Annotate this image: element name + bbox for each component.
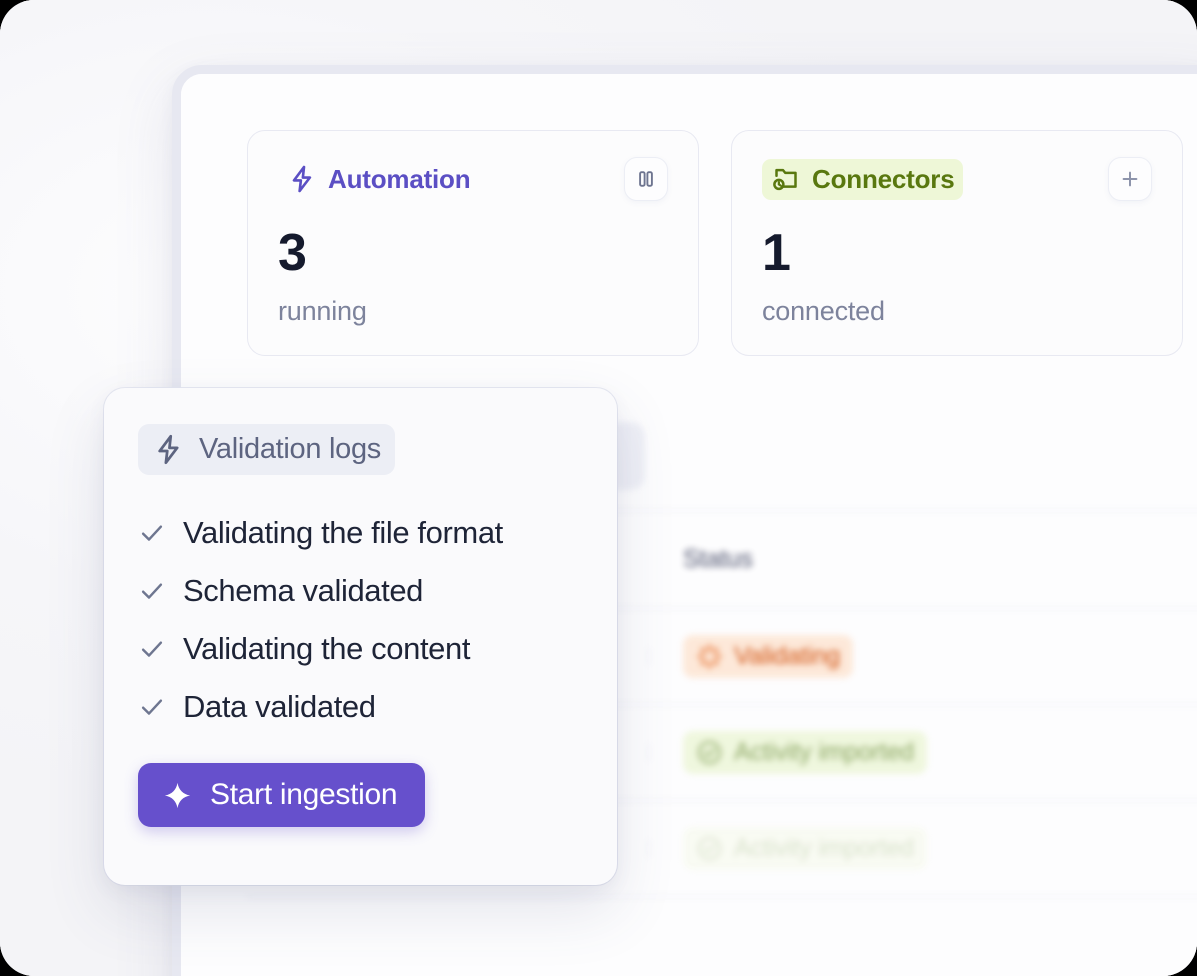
check-icon — [138, 519, 166, 547]
screenshot-stage: Mapped Raw Status — [0, 0, 1197, 976]
status-badge-label: Activity imported — [734, 834, 914, 862]
stat-card-row: Automation 3 running Connectors 1 connec… — [247, 130, 1183, 356]
add-connector-button[interactable] — [1108, 157, 1152, 201]
validation-logs-badge: Validation logs — [138, 424, 395, 475]
validation-logs-panel: Validation logs Validating the file form… — [104, 388, 617, 885]
start-ingestion-button[interactable]: Start ingestion — [138, 763, 426, 827]
pause-button[interactable] — [624, 157, 668, 201]
check-icon — [138, 635, 166, 663]
plus-icon — [1118, 167, 1142, 191]
column-header-status: Status — [683, 545, 753, 573]
automation-card-subtitle: running — [278, 296, 367, 326]
list-item: Schema validated — [138, 573, 583, 609]
folder-sync-icon — [771, 164, 801, 194]
automation-card-header: Automation — [278, 157, 668, 201]
validation-logs-badge-label: Validation logs — [199, 433, 381, 465]
status-badge-label: Activity imported — [734, 738, 914, 766]
list-item: Validating the file format — [138, 515, 583, 551]
connectors-card-value: 1 — [762, 224, 791, 282]
list-item-label: Validating the content — [183, 631, 471, 666]
list-item: Validating the content — [138, 631, 583, 667]
connectors-card-subtitle: connected — [762, 296, 885, 326]
status-badge: Activity imported — [683, 731, 927, 774]
automation-card-value: 3 — [278, 224, 307, 282]
sparkle-icon — [162, 780, 193, 811]
status-badge-label: Validating — [734, 642, 840, 670]
connectors-card-title: Connectors — [812, 163, 955, 194]
automation-card: Automation 3 running — [247, 130, 699, 356]
lightning-bolt-icon — [287, 164, 317, 194]
list-item-label: Data validated — [183, 689, 376, 724]
start-ingestion-label: Start ingestion — [210, 778, 398, 811]
spinner-icon — [696, 643, 723, 670]
automation-card-title: Automation — [328, 163, 471, 194]
check-icon — [138, 693, 166, 721]
list-item-label: Validating the file format — [183, 515, 503, 550]
automation-card-title-group: Automation — [278, 159, 479, 200]
check-circle-icon — [696, 835, 723, 862]
connectors-card-header: Connectors — [762, 157, 1152, 201]
table-cell-status: Activity imported — [649, 827, 1197, 870]
connectors-card: Connectors 1 connected — [731, 130, 1183, 356]
validation-log-list: Validating the file format Schema valida… — [138, 515, 583, 725]
pause-icon — [634, 167, 658, 191]
lightning-bolt-icon — [152, 433, 185, 466]
status-badge: Validating — [683, 635, 853, 678]
table-cell-status: Activity imported — [649, 731, 1197, 774]
list-item-label: Schema validated — [183, 573, 424, 608]
table-cell-status: Validating — [649, 635, 1197, 678]
check-circle-icon — [696, 739, 723, 766]
check-icon — [138, 577, 166, 605]
list-item: Data validated — [138, 689, 583, 725]
table-header-cell-status: Status — [649, 545, 1197, 574]
connectors-card-title-group: Connectors — [762, 158, 964, 200]
status-badge: Activity imported — [683, 827, 927, 870]
